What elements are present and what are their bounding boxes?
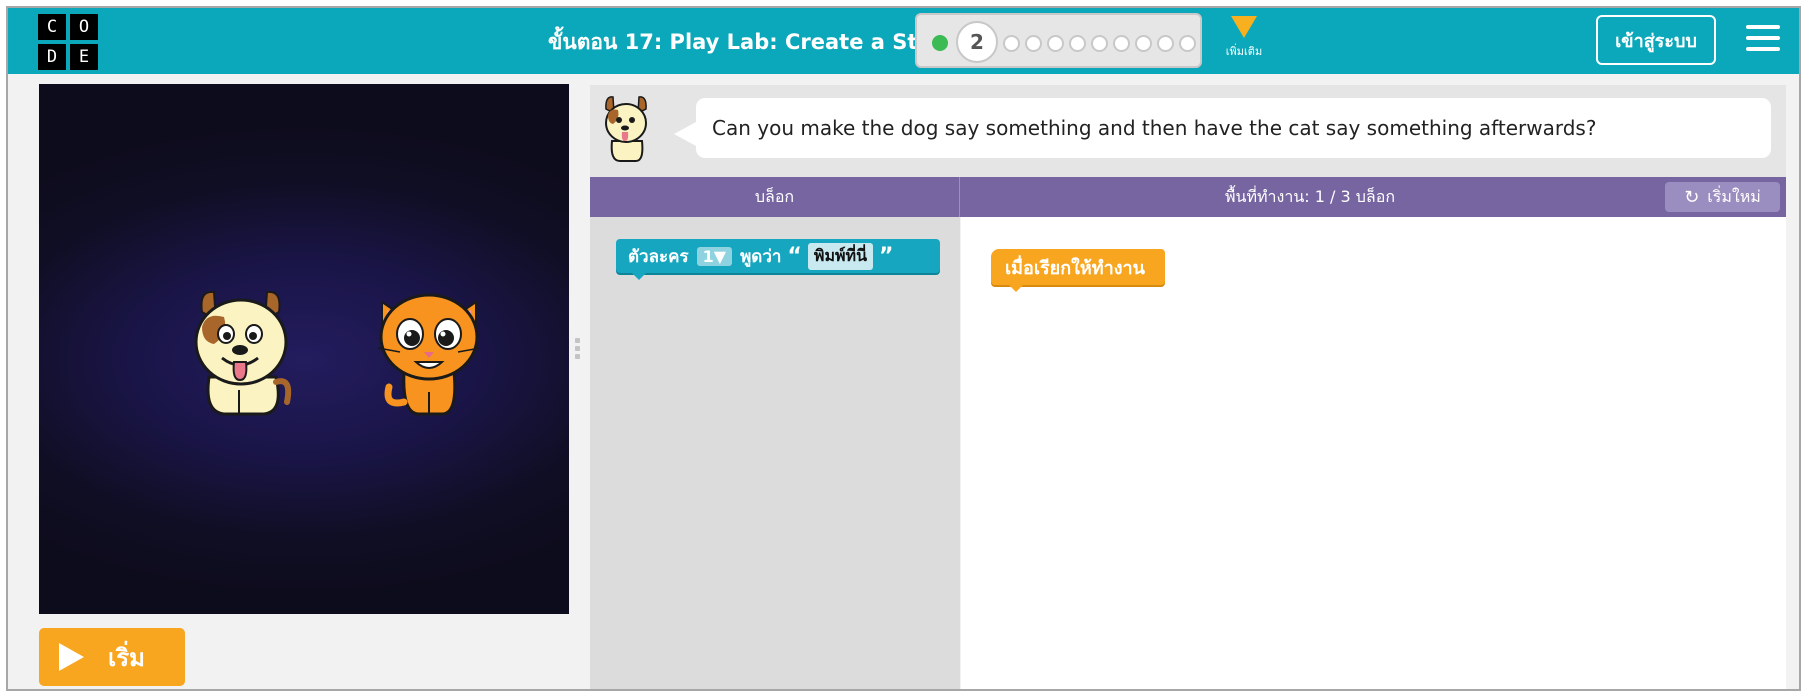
level-4-dot[interactable] xyxy=(1025,35,1042,52)
logo-letter-e: E xyxy=(70,44,98,70)
start-over-label: เริ่มใหม่ xyxy=(1707,186,1761,206)
toolbox-title: บล็อก xyxy=(590,177,960,217)
resize-handle[interactable] xyxy=(573,338,581,368)
triangle-down-icon xyxy=(1231,16,1257,38)
header-bar: C O D E ขั้นตอน 17: Play Lab: Create a S… xyxy=(8,8,1799,74)
logo-letter-d: D xyxy=(38,44,66,70)
run-label: เริ่ม xyxy=(108,643,145,672)
toolbox xyxy=(590,217,960,689)
more-levels-button[interactable]: เพิ่มเติม xyxy=(1214,16,1274,60)
level-10-dot[interactable] xyxy=(1157,35,1174,52)
run-button[interactable]: เริ่ม xyxy=(39,628,185,686)
workspace[interactable] xyxy=(961,217,1786,689)
hamburger-icon[interactable] xyxy=(1746,25,1780,55)
current-level-bubble[interactable]: 2 xyxy=(956,21,998,63)
level-1-completed-dot[interactable] xyxy=(932,35,948,51)
rotate-icon: ↻ xyxy=(1684,186,1700,208)
level-progress: 2 xyxy=(915,13,1202,68)
level-11-dot[interactable] xyxy=(1179,35,1196,52)
instructions-bubble: Can you make the dog say something and t… xyxy=(674,98,1771,158)
character-say-block[interactable]: ตัวละคร 1▼ พูดว่า “ พิมพ์ที่นี่ ” xyxy=(616,239,940,280)
workspace-header: บล็อก พื้นที่ทำงาน: 1 / 3 บล็อก ↻ เริ่มใ… xyxy=(590,177,1786,217)
more-label: เพิ่มเติม xyxy=(1225,45,1263,58)
dog-sprite xyxy=(194,290,292,416)
logo-letter-c: C xyxy=(38,14,66,40)
play-area[interactable] xyxy=(39,84,569,614)
dog-avatar-icon xyxy=(605,96,647,162)
level-9-dot[interactable] xyxy=(1135,35,1152,52)
app-window: C O D E ขั้นตอน 17: Play Lab: Create a S… xyxy=(6,6,1801,691)
cat-sprite xyxy=(377,293,481,416)
workspace-title: พื้นที่ทำงาน: 1 / 3 บล็อก xyxy=(1224,186,1396,206)
open-quote: “ xyxy=(787,243,802,269)
instructions-panel: Can you make the dog say something and t… xyxy=(590,85,1786,177)
level-6-dot[interactable] xyxy=(1069,35,1086,52)
level-5-dot[interactable] xyxy=(1047,35,1064,52)
play-icon xyxy=(59,643,84,671)
logo-letter-o: O xyxy=(70,14,98,40)
level-8-dot[interactable] xyxy=(1113,35,1130,52)
level-7-dot[interactable] xyxy=(1091,35,1108,52)
start-over-button[interactable]: ↻ เริ่มใหม่ xyxy=(1665,182,1780,212)
level-3-dot[interactable] xyxy=(1003,35,1020,52)
say-block-label: พูดว่า xyxy=(740,246,782,267)
say-text-field[interactable]: พิมพ์ที่นี่ xyxy=(807,242,874,270)
character-dropdown[interactable]: 1▼ xyxy=(696,246,733,266)
sign-in-button[interactable]: เข้าสู่ระบบ xyxy=(1596,15,1716,65)
stage-title: ขั้นตอน 17: Play Lab: Create a Story xyxy=(548,30,956,54)
say-block-prefix: ตัวละคร xyxy=(628,246,689,267)
code-logo[interactable]: C O D E xyxy=(38,14,98,70)
when-run-block[interactable]: เมื่อเรียกให้ทำงาน xyxy=(991,249,1165,292)
close-quote: ” xyxy=(879,243,894,269)
